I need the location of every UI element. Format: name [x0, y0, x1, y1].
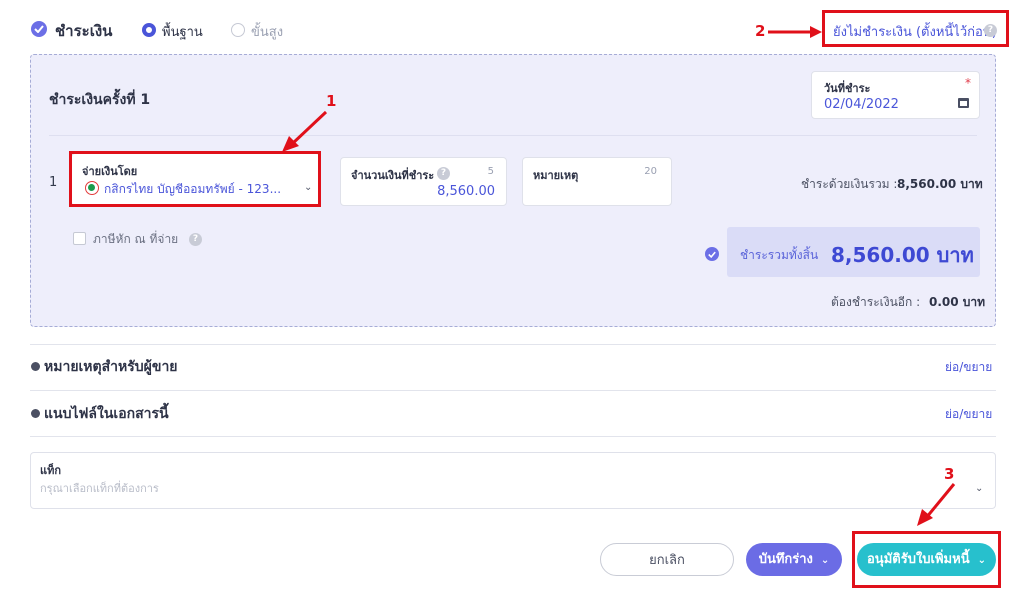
tag-select[interactable]: แท็ก กรุณาเลือกแท็กที่ต้องการ ⌄ [30, 452, 996, 509]
seller-note-title[interactable]: หมายเหตุสำหรับผู้ขาย [44, 356, 178, 378]
attachments-toggle[interactable]: ย่อ/ขยาย [945, 405, 992, 424]
radio-advanced-label[interactable]: ขั้นสูง [251, 21, 283, 42]
required-mark: * [965, 76, 971, 90]
withholding-tax-label[interactable]: ภาษีหัก ณ ที่จ่าย [93, 230, 178, 249]
save-draft-button[interactable]: บันทึกร่าง ⌄ [746, 543, 842, 576]
payment-round-title: ชำระเงินครั้งที่ 1 [49, 92, 151, 108]
payment-row-number: 1 [49, 175, 58, 190]
remaining-value: 0.00 บาท [929, 295, 986, 309]
pay-title: ชำระเงิน [55, 22, 113, 40]
radio-advanced[interactable] [231, 23, 245, 37]
total-paid-value: 8,560.00 บาท [897, 177, 983, 191]
tag-label: แท็ก [40, 464, 62, 477]
panel-divider [49, 135, 977, 136]
bullet-icon [31, 362, 40, 371]
payment-date-field[interactable]: วันที่ชำระ 02/04/2022 * [811, 71, 980, 119]
payment-date-value[interactable]: 02/04/2022 [824, 97, 899, 112]
withholding-help-icon: ? [189, 233, 202, 246]
amount-value: 8,560.00 [437, 184, 495, 199]
chevron-down-icon: ⌄ [975, 483, 984, 494]
seller-note-toggle[interactable]: ย่อ/ขยาย [945, 358, 992, 377]
radio-basic[interactable] [142, 23, 156, 37]
divider [30, 436, 996, 437]
grand-total-check-icon [705, 247, 719, 261]
amount-label: จำนวนเงินที่ชำระ [351, 169, 435, 182]
radio-basic-label[interactable]: พื้นฐาน [162, 21, 203, 42]
annotation-arrow-2 [768, 26, 822, 38]
annotation-arrow-1 [282, 110, 328, 152]
note-label: หมายเหตุ [533, 169, 579, 182]
grand-total-value: 8,560.00 บาท [831, 243, 974, 267]
bullet-icon [31, 409, 40, 418]
note-counter: 20 [644, 166, 657, 177]
annotation-box-2 [822, 10, 1009, 47]
amount-help-icon: ? [437, 167, 450, 180]
withholding-tax-checkbox[interactable] [73, 232, 86, 245]
payment-date-label: วันที่ชำระ [824, 82, 871, 95]
grand-total-label: ชำระรวมทั้งสิ้น [740, 248, 819, 262]
cancel-button[interactable]: ยกเลิก [600, 543, 734, 576]
annotation-arrow-3 [917, 483, 956, 526]
divider [30, 344, 996, 345]
total-paid-label: ชำระด้วยเงินรวม : [801, 177, 898, 191]
calendar-icon[interactable] [958, 98, 969, 108]
attachments-title[interactable]: แนบไฟล์ในเอกสารนี้ [44, 403, 169, 425]
annotation-marker-2: 2 [755, 22, 766, 40]
save-draft-label: บันทึกร่าง [758, 552, 813, 567]
amount-counter: 5 [487, 166, 494, 177]
divider [30, 390, 996, 391]
annotation-box-3 [852, 531, 1001, 588]
tag-placeholder: กรุณาเลือกแท็กที่ต้องการ [40, 482, 159, 495]
check-icon [34, 25, 44, 33]
chevron-down-icon: ⌄ [817, 555, 830, 566]
remaining-label: ต้องชำระเงินอีก : [831, 295, 921, 309]
pay-checkbox-checked[interactable] [31, 21, 47, 37]
note-field[interactable]: หมายเหตุ 20 [522, 157, 672, 206]
annotation-box-1 [69, 151, 321, 207]
grand-total-box: ชำระรวมทั้งสิ้น 8,560.00 บาท [727, 227, 980, 277]
amount-field[interactable]: จำนวนเงินที่ชำระ ? 5 8,560.00 [340, 157, 507, 206]
